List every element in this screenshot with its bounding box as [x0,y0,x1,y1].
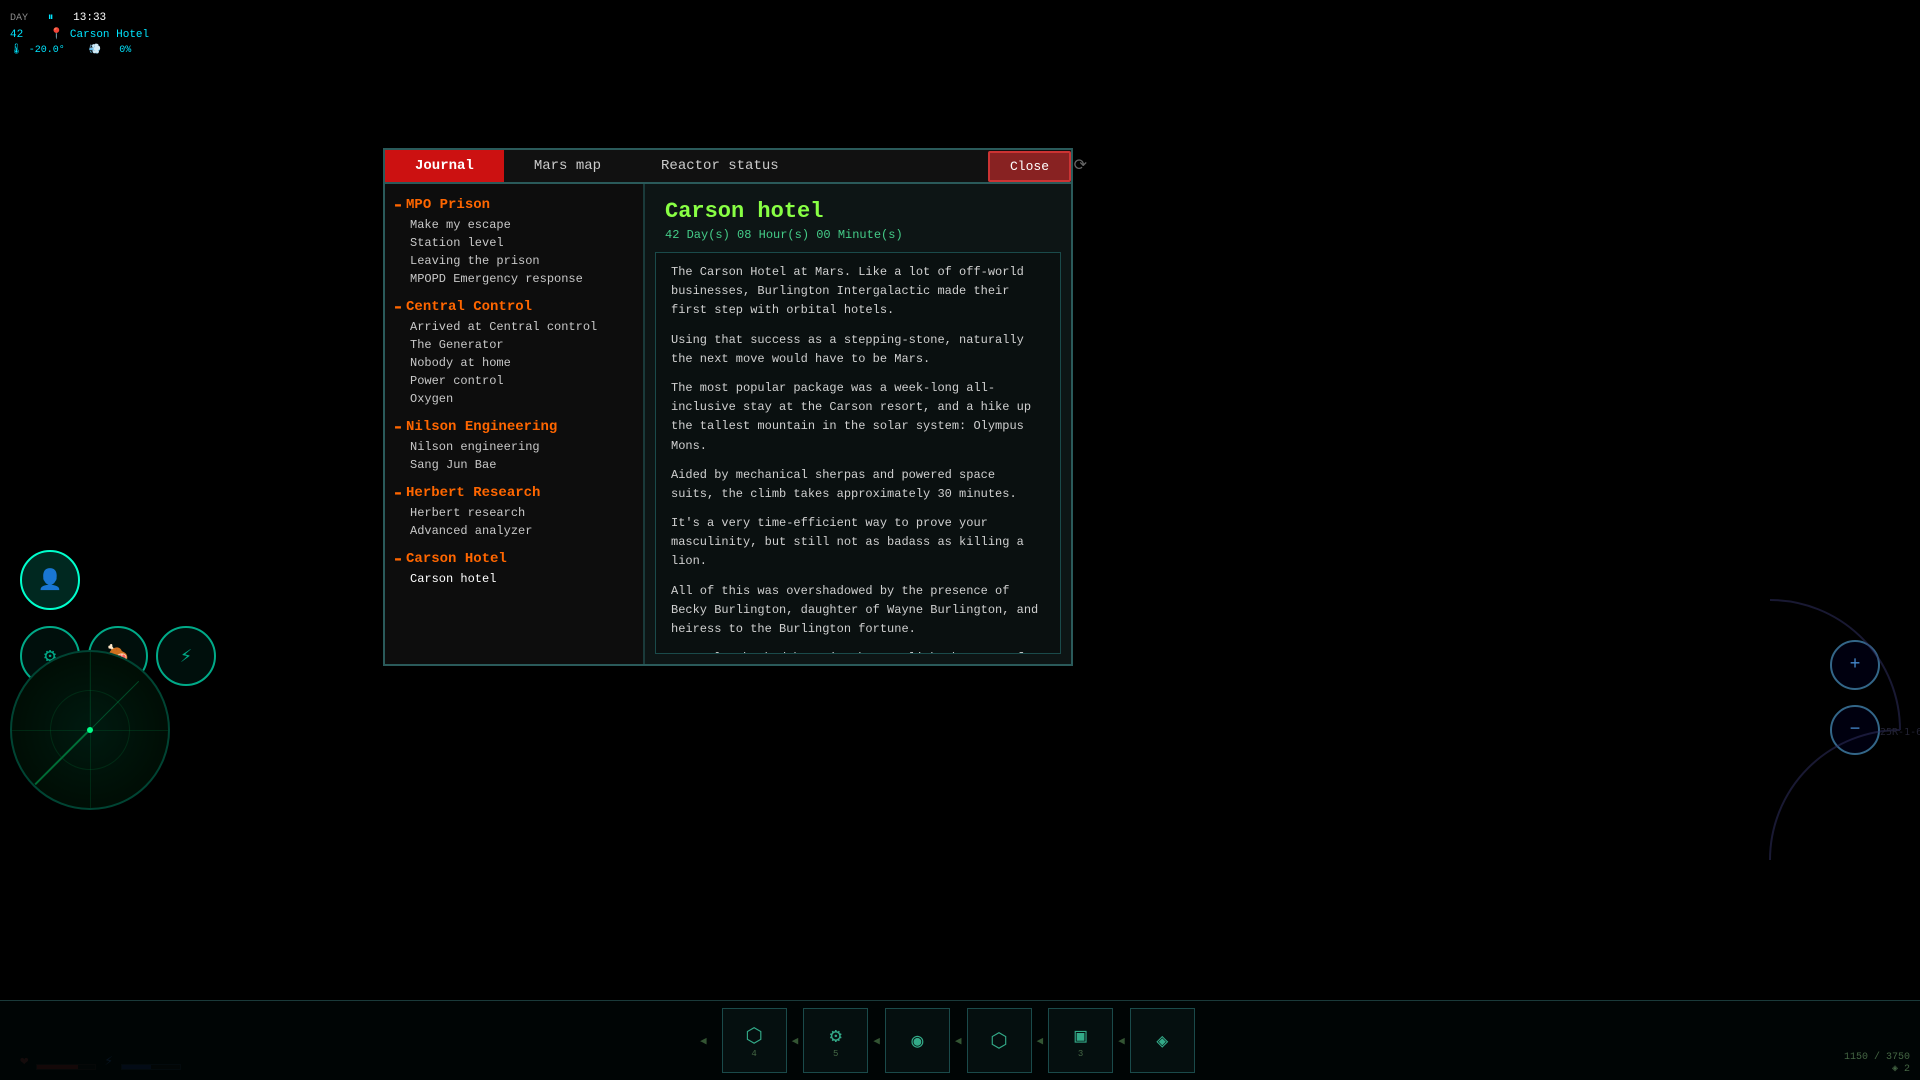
bottom-right-text2: ◈ 2 [1844,1063,1910,1075]
dialog-content: MPO Prison Make my escape Station level … [385,184,1071,664]
journal-right-panel: Carson hotel 42 Day(s) 08 Hour(s) 00 Min… [645,184,1071,664]
article-paragraph: All of this was overshadowed by the pres… [671,582,1045,640]
bottom-right-hud: 1150 / 3750 ◈ 2 [1844,1052,1910,1075]
arrow-sep: ◀ [792,1034,799,1048]
close-button[interactable]: Close [988,151,1071,182]
inventory-slot-6[interactable]: ◈ [1130,1008,1195,1073]
category-header-central-control[interactable]: Central Control [390,296,638,318]
location-name: Carson Hotel [70,29,149,41]
tab-mars-map[interactable]: Mars map [504,150,631,182]
article-paragraph: It's a very time-efficient way to prove … [671,514,1045,572]
temperature: -20.0° [29,45,65,56]
category-items-carson: Carson hotel [390,570,638,588]
tab-journal[interactable]: Journal [385,150,504,182]
location-icon: 📍 [50,29,64,41]
journal-item-selected[interactable]: Carson hotel [405,570,638,588]
day-number: 42 [10,29,23,41]
tab-bar: Journal Mars map Reactor status Close [385,150,1071,184]
journal-item[interactable]: Herbert research [405,504,638,522]
journal-item[interactable]: Advanced analyzer [405,522,638,540]
category-central-control: Central Control Arrived at Central contr… [390,296,638,408]
hud-topleft: DAY ⏸ 13:33 42 📍 Carson Hotel 🌡 -20.0° 💨… [10,10,152,58]
radar-display [10,650,170,810]
inventory-slot-5[interactable]: ▣ 3 [1048,1008,1113,1073]
category-header-nilson[interactable]: Nilson Engineering [390,416,638,438]
article-paragraph: Aided by mechanical sherpas and powered … [671,466,1045,504]
category-header-herbert[interactable]: Herbert Research [390,482,638,504]
journal-item[interactable]: Oxygen [405,390,638,408]
svg-text:25R-1-62: 25R-1-62 [1880,727,1920,738]
category-nilson-engineering: Nilson Engineering Nilson engineering Sa… [390,416,638,474]
article-title: Carson hotel [665,199,1051,224]
journal-item[interactable]: Nilson engineering [405,438,638,456]
category-carson-hotel: Carson Hotel Carson hotel [390,548,638,588]
inventory-slot-4[interactable]: ⬡ [967,1008,1032,1073]
article-paragraph: Using that success as a stepping-stone, … [671,331,1045,369]
journal-dialog: Journal Mars map Reactor status Close MP… [383,148,1073,666]
slot-num-1: 4 [751,1049,756,1059]
journal-item[interactable]: Make my escape [405,216,638,234]
category-header-mpo-prison[interactable]: MPO Prison [390,194,638,216]
slot-num-2: 5 [833,1049,838,1059]
arrow-sep3: ◀ [955,1034,962,1048]
journal-item[interactable]: Sang Jun Bae [405,456,638,474]
slot-icon-5: ▣ [1075,1023,1087,1049]
journal-item[interactable]: Arrived at Central control [405,318,638,336]
inventory-slot-1[interactable]: ⬡ 4 [722,1008,787,1073]
category-mpo-prison: MPO Prison Make my escape Station level … [390,194,638,288]
slot-icon-2: ⚙ [830,1023,842,1049]
hud-circle-person[interactable]: 👤 [20,550,80,610]
category-herbert-research: Herbert Research Herbert research Advanc… [390,482,638,540]
pause-icon: ⏸ [48,12,54,24]
slot-icon-3: ◉ [911,1028,923,1054]
article-subtitle: 42 Day(s) 08 Hour(s) 00 Minute(s) [665,228,1051,242]
wind-icon: 💨 [89,45,101,56]
journal-item[interactable]: Leaving the prison [405,252,638,270]
journal-left-panel[interactable]: MPO Prison Make my escape Station level … [385,184,645,664]
article-paragraph: The Carson Hotel at Mars. Like a lot of … [671,263,1045,321]
article-body[interactable]: The Carson Hotel at Mars. Like a lot of … [655,252,1061,654]
bottom-right-text1: 1150 / 3750 [1844,1052,1910,1063]
journal-item[interactable]: Station level [405,234,638,252]
journal-item[interactable]: MPOPD Emergency response [405,270,638,288]
category-header-carson[interactable]: Carson Hotel [390,548,638,570]
arc-gauge: 25R-1-62 [1720,580,1920,880]
time-display: 13:33 [73,12,106,24]
tab-reactor-status[interactable]: Reactor status [631,150,809,182]
article-paragraph: Recently she had been in the spotlight b… [671,649,1045,654]
arrow-sep5: ◀ [1118,1034,1125,1048]
article-paragraph: The most popular package was a week-long… [671,379,1045,456]
inventory-slot-2[interactable]: ⚙ 5 [803,1008,868,1073]
slot-icon-1: ⬡ [745,1023,762,1049]
day-label: DAY [10,13,28,24]
slot-icon-4: ⬡ [990,1028,1007,1054]
slot-icon-6: ◈ [1156,1028,1168,1054]
category-items-central-control: Arrived at Central control The Generator… [390,318,638,408]
journal-item[interactable]: The Generator [405,336,638,354]
article-header: Carson hotel 42 Day(s) 08 Hour(s) 00 Min… [645,184,1071,252]
category-items-nilson: Nilson engineering Sang Jun Bae [390,438,638,474]
arrow-left[interactable]: ◀ [700,1034,707,1048]
journal-item[interactable]: Nobody at home [405,354,638,372]
journal-item[interactable]: Power control [405,372,638,390]
inventory-slot-3[interactable]: ◉ [885,1008,950,1073]
category-items-herbert: Herbert research Advanced analyzer [390,504,638,540]
arrow-sep2: ◀ [873,1034,880,1048]
slot-num-5: 3 [1078,1049,1083,1059]
bottom-hud-bar: ◀ ⬡ 4 ◀ ⚙ 5 ◀ ◉ ◀ ⬡ ◀ ▣ 3 ◀ ◈ [0,1000,1920,1080]
temp-icon: 🌡 [10,45,23,56]
stat2: 0% [119,45,131,56]
arrow-sep4: ◀ [1037,1034,1044,1048]
category-items-mpo-prison: Make my escape Station level Leaving the… [390,216,638,288]
